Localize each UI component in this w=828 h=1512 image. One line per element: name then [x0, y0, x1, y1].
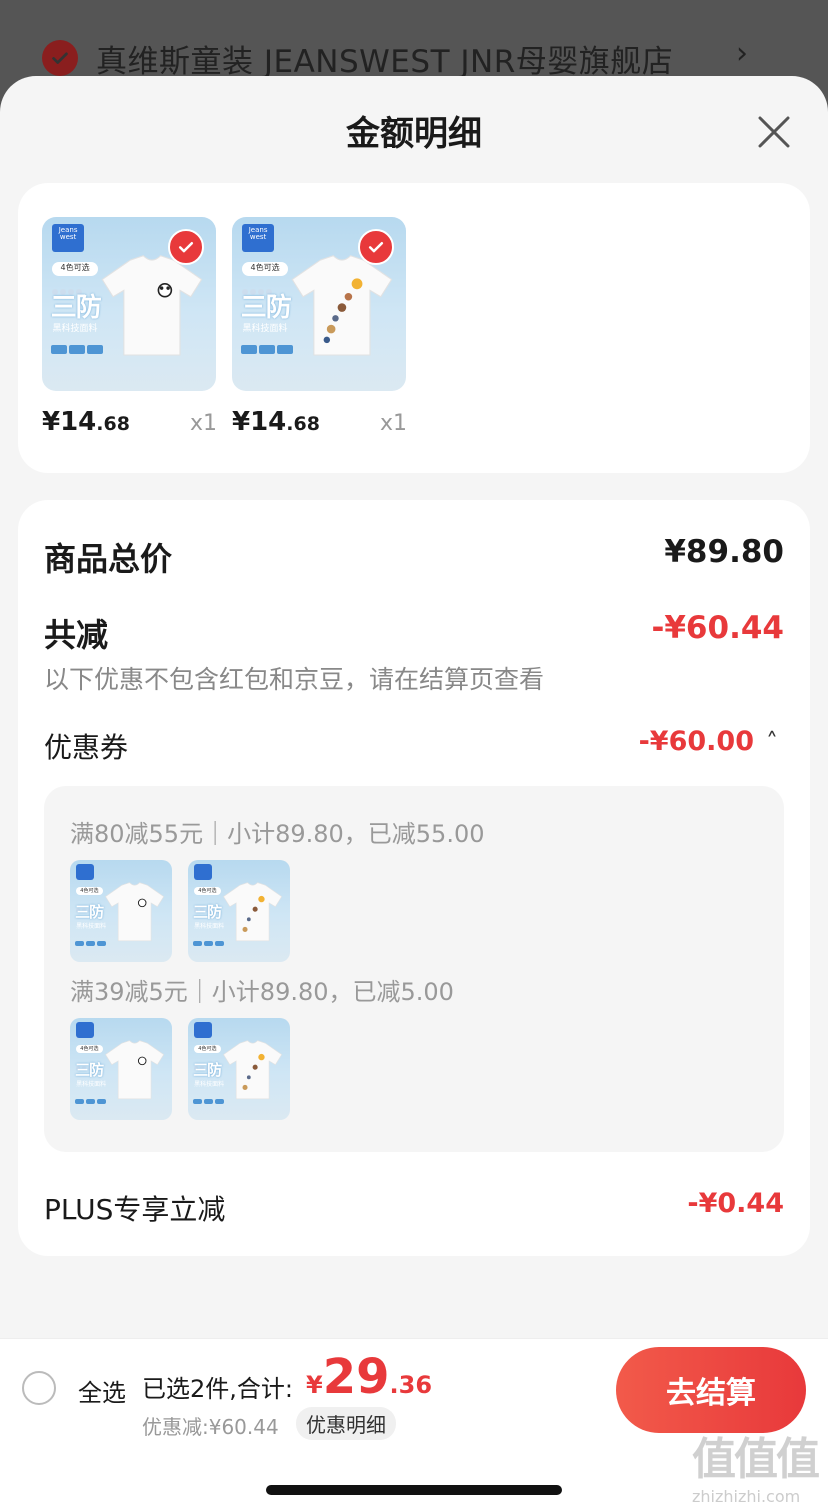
price-summary-card: 商品总价 ¥89.80 共减 -¥60.44 以下优惠不包含红包和京豆，请在结算…: [18, 500, 810, 1256]
discount-summary: 优惠减:¥60.44: [142, 1415, 279, 1439]
amount-detail-sheet: 金额明细 Jeans west 4色可选 三防 黑科技面料 ¥14.68 x1 …: [0, 76, 828, 1512]
select-all-radio[interactable]: [22, 1371, 56, 1405]
brand-logo: Jeans west: [52, 223, 84, 252]
product-list-card: Jeans west 4色可选 三防 黑科技面料 ¥14.68 x1 Jeans…: [18, 183, 810, 473]
reduce-row: 共减 -¥60.44: [44, 610, 784, 654]
plus-discount-value: -¥0.44: [687, 1188, 784, 1219]
coupon-product-thumbnail: 4色可选 三防 黑科技面料: [188, 1018, 290, 1120]
store-check-icon[interactable]: [42, 40, 78, 76]
product-item[interactable]: Jeans west 4色可选 三防 黑科技面料 ¥14.68 x1: [42, 217, 217, 437]
total-amount: ¥29.36: [306, 1349, 433, 1405]
selected-check-icon[interactable]: [358, 229, 394, 265]
product-quantity: x1: [190, 411, 218, 436]
close-button[interactable]: [752, 110, 796, 154]
thumb-headline: 三防: [240, 292, 292, 323]
reduce-label: 共减: [44, 616, 109, 654]
feature-chips: [50, 339, 105, 358]
chevron-right-icon[interactable]: ›: [736, 36, 748, 71]
coupon-product-thumbnail: 4色可选 三防 黑科技面料: [188, 860, 290, 962]
total-price-value: ¥89.80: [664, 534, 784, 570]
reduce-hint-row: 以下优惠不包含红包和京豆，请在结算页查看: [44, 660, 784, 696]
sheet-title: 金额明细: [346, 114, 482, 154]
coupon-product-thumbnail: 4色可选 三防 黑科技面料: [70, 1018, 172, 1120]
store-name[interactable]: 真维斯童装 JEANSWEST JNR母婴旗舰店: [96, 36, 673, 81]
coupon-row[interactable]: 优惠券 -¥60.00 ˄: [44, 726, 784, 766]
thumb-headline: 三防: [50, 292, 102, 323]
discount-detail-button[interactable]: 优惠明细: [296, 1407, 396, 1440]
coupon-value: -¥60.00: [638, 726, 754, 757]
coupon-label: 优惠券: [44, 731, 129, 764]
select-all-label[interactable]: 全选: [78, 1373, 126, 1408]
thumb-tag: 4色可选: [52, 262, 98, 277]
home-indicator[interactable]: [266, 1485, 562, 1495]
thumb-subline: 黑科技面料: [52, 324, 98, 335]
selected-check-icon[interactable]: [168, 229, 204, 265]
product-price: ¥14.68: [42, 407, 130, 437]
total-price-row: 商品总价 ¥89.80: [44, 534, 784, 578]
feature-chips: [240, 339, 295, 358]
chevron-up-icon[interactable]: ˄: [766, 728, 778, 756]
product-thumbnail[interactable]: Jeans west 4色可选 三防 黑科技面料: [232, 217, 406, 391]
product-item[interactable]: Jeans west 4色可选 三防 黑科技面料 ¥14.68 x1: [232, 217, 407, 437]
total-price-label: 商品总价: [44, 540, 173, 578]
thumb-subline: 黑科技面料: [242, 324, 288, 335]
reduce-hint: 以下优惠不包含红包和京豆，请在结算页查看: [44, 665, 545, 694]
coupon-rule: 满39减5元｜小计89.80，已减5.00: [70, 978, 454, 1006]
reduce-value: -¥60.44: [651, 610, 785, 646]
product-thumbnail[interactable]: Jeans west 4色可选 三防 黑科技面料: [42, 217, 216, 391]
watermark: 值值值 zhizhizhi.com: [692, 1434, 820, 1506]
selected-count-text: 已选2件,合计:: [142, 1375, 293, 1403]
coupon-product-thumbnail: 4色可选 三防 黑科技面料: [70, 860, 172, 962]
checkout-bar: 全选 已选2件,合计: ¥29.36 优惠减:¥60.44 优惠明细 去结算 值…: [0, 1338, 828, 1512]
product-quantity: x1: [380, 411, 408, 436]
checkout-button[interactable]: 去结算: [616, 1347, 806, 1433]
thumb-tag: 4色可选: [242, 262, 288, 277]
close-icon: [758, 116, 790, 148]
coupon-rule: 满80减55元｜小计89.80，已减55.00: [70, 820, 485, 848]
coupon-detail-box: 满80减55元｜小计89.80，已减55.00 4色可选 三防 黑科技面料 4色…: [44, 786, 784, 1152]
plus-discount-row: PLUS专享立减 -¥0.44: [44, 1188, 784, 1228]
brand-logo: Jeans west: [242, 223, 274, 252]
product-price: ¥14.68: [232, 407, 320, 437]
plus-discount-label: PLUS专享立减: [44, 1193, 226, 1226]
